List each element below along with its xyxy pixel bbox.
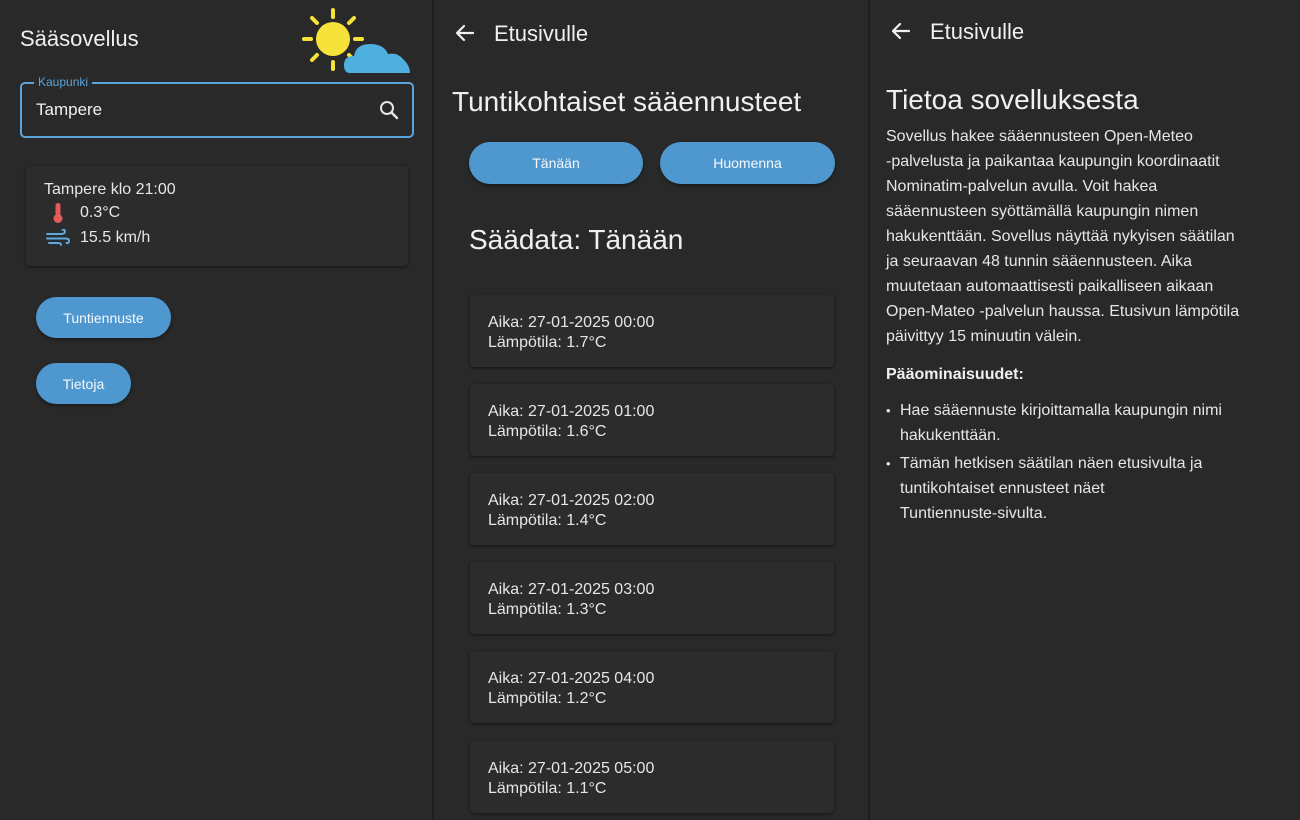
app-screens: Sääsovellus Kaupunki Tampere Tampere klo… [0,0,1300,820]
hour-card: Aika: 27-01-2025 04:00 Lämpötila: 1.2°C [470,651,834,723]
arrow-back-icon[interactable] [454,22,476,44]
home-screen: Sääsovellus Kaupunki Tampere Tampere klo… [0,0,432,820]
hour-card: Aika: 27-01-2025 05:00 Lämpötila: 1.1°C [470,741,834,813]
hourly-screen: Etusivulle Tuntikohtaiset sääennusteet T… [434,0,868,820]
description-line: sääennusteen syöttämällä kaupungin nimen [886,203,1199,220]
description-line: hakukenttään. Sovellus näyttää nykyisen … [886,228,1235,245]
page-title: Tuntikohtaiset sääennusteet [452,86,802,117]
hour-temperature: Lämpötila: 1.4°C [488,512,607,529]
hour-time: Aika: 27-01-2025 04:00 [488,670,655,687]
temperature-value: 0.3°C [80,204,121,221]
hour-temperature: Lämpötila: 1.6°C [488,423,607,440]
sun-cloud-icon [302,8,410,73]
hour-time: Aika: 27-01-2025 05:00 [488,760,655,777]
thermometer-icon [44,202,72,224]
hour-card: Aika: 27-01-2025 02:00 Lämpötila: 1.4°C [470,473,834,545]
bullet: • [886,456,891,471]
hour-card: Aika: 27-01-2025 03:00 Lämpötila: 1.3°C [470,562,834,634]
back-to-home-link[interactable]: Etusivulle [494,21,588,47]
hour-time: Aika: 27-01-2025 02:00 [488,492,655,509]
hour-time: Aika: 27-01-2025 00:00 [488,314,655,331]
description-line: Nominatim-palvelun avulla. Voit hakea [886,178,1158,195]
city-input[interactable] [36,96,356,124]
top-bar: Etusivulle [434,0,868,64]
hour-temperature: Lämpötila: 1.3°C [488,601,607,618]
search-icon[interactable] [378,99,400,121]
hour-card: Aika: 27-01-2025 00:00 Lämpötila: 1.7°C [470,295,834,367]
feature-line: hakukenttään. [900,427,1001,444]
description-line: muutetaan automaattisesti paikalliseen a… [886,278,1214,295]
about-screen: Etusivulle Tietoa sovelluksesta Sovellus… [870,0,1300,820]
description-line: ja seuraavan 48 tunnin sääennusteen. Aik… [886,253,1193,270]
tomorrow-button[interactable]: Huomenna [660,142,835,184]
temperature-row: 0.3°C [44,202,120,224]
hour-time: Aika: 27-01-2025 03:00 [488,581,655,598]
city-field-label: Kaupunki [34,75,93,89]
list-item: • Hae sääennuste kirjoittamalla kaupungi… [886,398,1286,448]
description-line: Open-Mateo -palvelun haussa. Etusivun lä… [886,303,1240,320]
description-line: -palvelusta ja paikantaa kaupungin koord… [886,153,1220,170]
description-line: Sovellus hakee sääennusteen Open-Meteo [886,128,1193,145]
wind-icon [44,227,72,249]
wind-row: 15.5 km/h [44,227,150,249]
about-description: Sovellus hakee sääennusteen Open-Meteo -… [886,124,1286,349]
bullet: • [886,403,891,418]
feature-line: Tämän hetkisen säätilan näen etusivulta … [900,455,1203,472]
city-search-field[interactable]: Kaupunki [20,75,414,138]
arrow-back-icon[interactable] [890,20,912,42]
feature-line: Hae sääennuste kirjoittamalla kaupungin … [900,402,1222,419]
description-line: päivittyy 15 minuutin välein. [886,328,1082,345]
hour-temperature: Lämpötila: 1.2°C [488,690,607,707]
back-to-home-link[interactable]: Etusivulle [930,19,1024,45]
hourly-forecast-button[interactable]: Tuntiennuste [36,297,171,338]
forecast-subheading: Säädata: Tänään [469,224,684,255]
hour-temperature: Lämpötila: 1.7°C [488,334,607,351]
app-title: Sääsovellus [20,26,139,51]
today-button[interactable]: Tänään [469,142,643,184]
hour-card: Aika: 27-01-2025 01:00 Lämpötila: 1.6°C [470,384,834,456]
features-list: • Hae sääennuste kirjoittamalla kaupungi… [886,398,1286,529]
feature-line: tuntikohtaiset ennusteet näet [900,480,1105,497]
current-weather-card: Tampere klo 21:00 0.3°C 15.5 km/h [26,166,408,266]
features-heading: Pääominaisuudet: [886,366,1024,383]
about-button[interactable]: Tietoja [36,363,131,404]
hour-temperature: Lämpötila: 1.1°C [488,780,607,797]
feature-line: Tuntiennuste-sivulta. [900,505,1048,522]
current-weather-title: Tampere klo 21:00 [44,181,176,198]
list-item: • Tämän hetkisen säätilan näen etusivult… [886,451,1286,526]
top-bar: Etusivulle [870,0,1300,64]
page-title: Tietoa sovelluksesta [886,84,1139,115]
hour-time: Aika: 27-01-2025 01:00 [488,403,655,420]
wind-value: 15.5 km/h [80,229,151,246]
